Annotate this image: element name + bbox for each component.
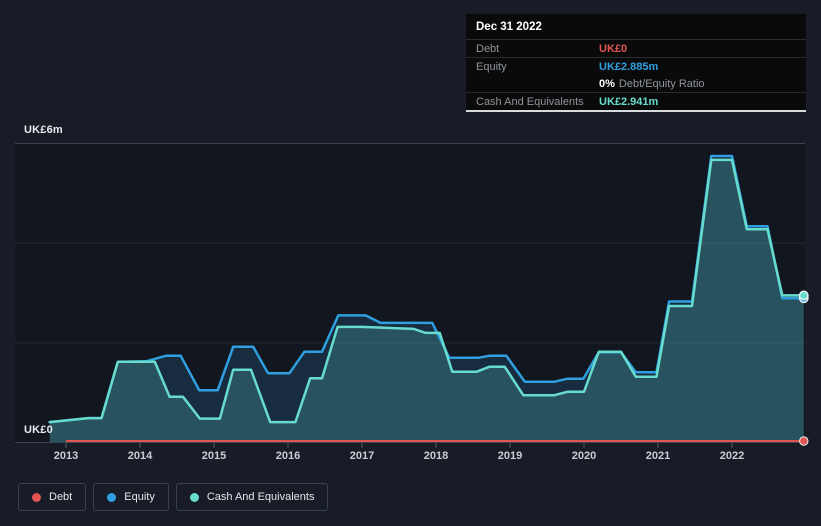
equity-legend-dot-icon — [107, 492, 117, 502]
tooltip-value-debt: UK£0 — [599, 42, 628, 55]
tooltip-value-cash: UK£2.941m — [599, 95, 659, 108]
legend-item-equity[interactable]: Equity — [93, 483, 169, 511]
x-axis-label-2013: 2013 — [53, 450, 79, 462]
x-axis-label-2018: 2018 — [423, 450, 449, 462]
cash-end-marker[interactable] — [798, 290, 809, 301]
legend-item-cash[interactable]: Cash And Equivalents — [175, 483, 329, 511]
y-axis-zero-label: UK£0 — [24, 424, 53, 436]
chart-panel: UK£6m UK£0 2013 2014 2015 2016 2017 2018 2019 2… — [0, 0, 821, 526]
x-axis-label-2014: 2014 — [127, 450, 153, 462]
x-axis-label-2022: 2022 — [719, 450, 745, 462]
tooltip-value-equity: UK£2.885m — [599, 60, 659, 73]
tooltip-row-debt: Debt UK£0 — [466, 40, 806, 57]
x-axis-label-2019: 2019 — [497, 450, 523, 462]
legend-item-debt[interactable]: Debt — [18, 483, 87, 511]
legend-label-cash: Cash And Equivalents — [206, 491, 315, 503]
tooltip-date: Dec 31 2022 — [466, 14, 806, 40]
tooltip-row-equity: Equity UK£2.885m — [466, 57, 806, 75]
legend-label-debt: Debt — [49, 491, 73, 503]
x-axis-label-2020: 2020 — [571, 450, 597, 462]
x-axis-label-2016: 2016 — [275, 450, 301, 462]
y-axis-top-label: UK£6m — [24, 124, 63, 136]
tooltip-ratio-value: 0% — [599, 77, 615, 90]
x-axis-label-2021: 2021 — [645, 450, 671, 462]
tooltip-row-ratio: 0% Debt/Equity Ratio — [466, 75, 806, 92]
x-axis-label-2015: 2015 — [201, 450, 227, 462]
x-axis-label-2017: 2017 — [349, 450, 375, 462]
tooltip-row-cash: Cash And Equivalents UK£2.941m — [466, 92, 806, 110]
debt-legend-dot-icon — [32, 492, 41, 502]
tooltip-label-equity: Equity — [476, 60, 507, 73]
chart-legend: Debt Equity Cash And Equivalents — [18, 483, 329, 511]
data-readout-tooltip: Dec 31 2022 Debt UK£0 Equity UK£2.885m 0% Deb… — [466, 14, 806, 112]
tooltip-label-debt: Debt — [476, 42, 500, 55]
legend-label-equity: Equity — [124, 491, 155, 503]
tooltip-label-cash: Cash And Equivalents — [476, 95, 584, 108]
tooltip-ratio-label: Debt/Equity Ratio — [618, 77, 705, 90]
debt-end-marker[interactable] — [799, 436, 809, 446]
cash-legend-dot-icon — [189, 492, 199, 502]
